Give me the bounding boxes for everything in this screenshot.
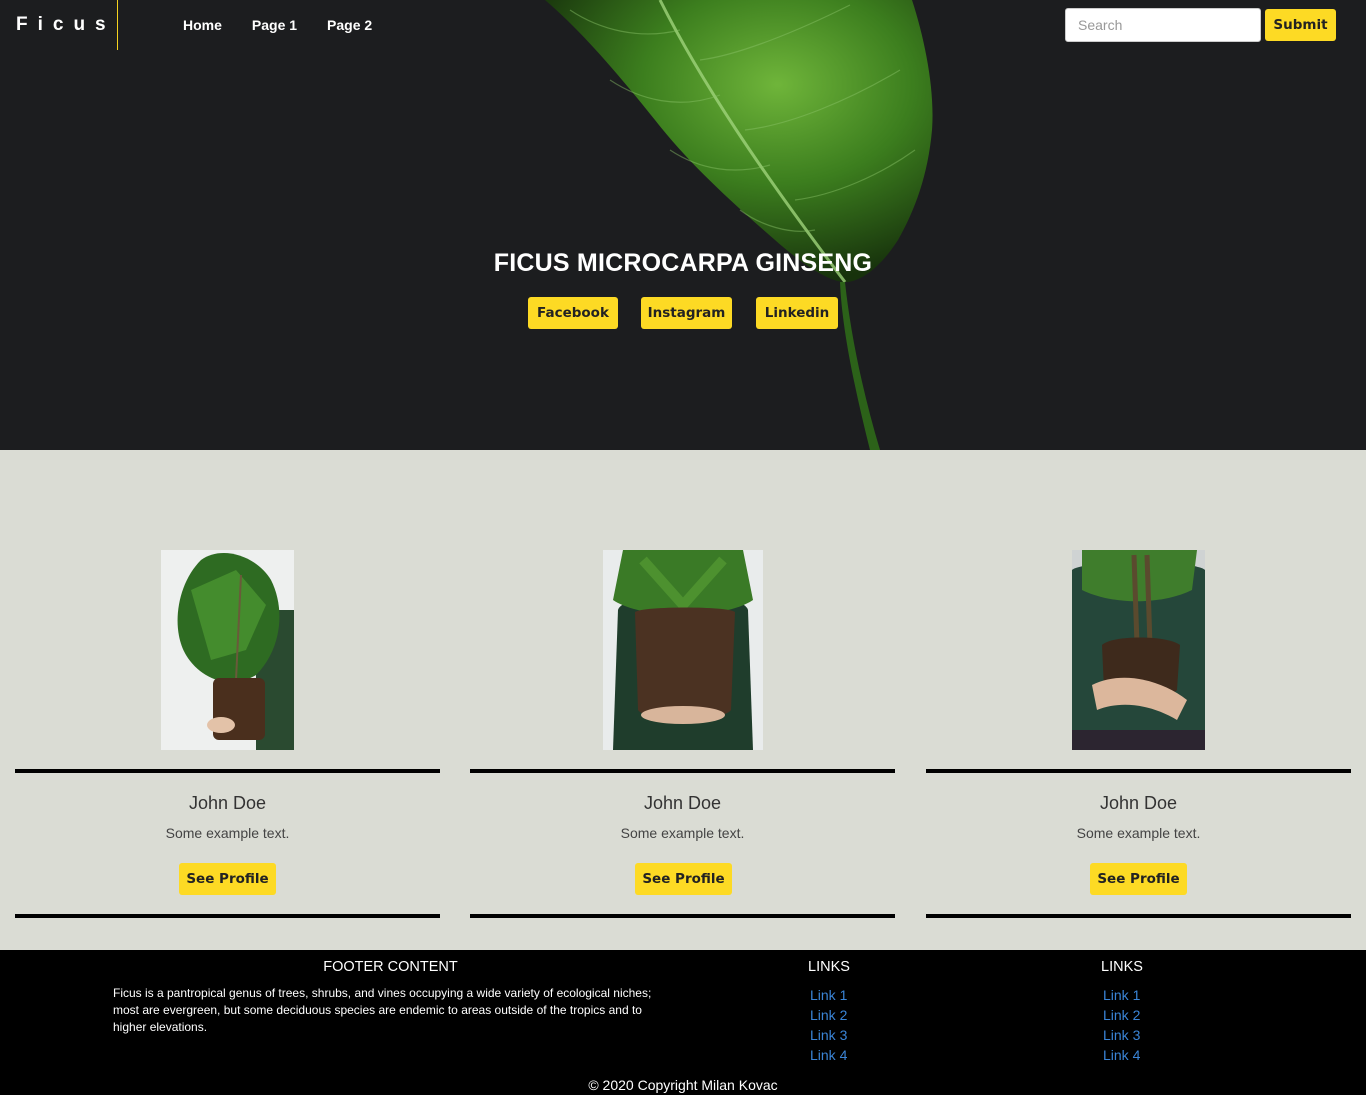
card-divider-bottom bbox=[926, 914, 1351, 918]
brand-divider bbox=[117, 0, 118, 50]
profile-cards: John Doe Some example text. See Profile … bbox=[0, 450, 1366, 950]
footer-link-3[interactable]: Link 3 bbox=[810, 1027, 847, 1043]
card-divider-bottom bbox=[470, 914, 895, 918]
card-name: John Doe bbox=[643, 793, 722, 813]
card-divider-top bbox=[15, 769, 440, 773]
nav-links: Home Page 1 Page 2 bbox=[183, 17, 372, 33]
footer-link-1[interactable]: Link 1 bbox=[810, 987, 847, 1003]
see-profile-button[interactable]: See Profile bbox=[1090, 863, 1187, 895]
see-profile-button[interactable]: See Profile bbox=[179, 863, 276, 895]
card-divider-bottom bbox=[15, 914, 440, 918]
footer: FOOTER CONTENT Ficus is a pantropical ge… bbox=[0, 950, 1366, 1095]
footer-description: Ficus is a pantropical genus of trees, s… bbox=[113, 986, 652, 1034]
nav-link-home[interactable]: Home bbox=[183, 17, 222, 33]
facebook-button[interactable]: Facebook bbox=[528, 297, 618, 329]
plant-photo bbox=[161, 550, 294, 750]
leaf-background-image bbox=[545, 0, 933, 450]
card-name: John Doe bbox=[1099, 793, 1178, 813]
plant-photo bbox=[1072, 550, 1205, 750]
footer-link-3[interactable]: Link 3 bbox=[1103, 1027, 1140, 1043]
footer-links-list: Link 1 Link 2 Link 3 Link 4 bbox=[810, 987, 847, 1067]
footer-link-4[interactable]: Link 4 bbox=[810, 1047, 847, 1063]
card-text: Some example text. bbox=[1076, 825, 1201, 841]
top-navbar: Ficus Home Page 1 Page 2 Submit bbox=[0, 0, 1366, 50]
search-input[interactable] bbox=[1065, 8, 1261, 42]
see-profile-button[interactable]: See Profile bbox=[635, 863, 732, 895]
profile-card: John Doe Some example text. See Profile bbox=[15, 450, 440, 950]
submit-button[interactable]: Submit bbox=[1265, 9, 1336, 41]
hero-title: FICUS MICROCARPA GINSENG bbox=[493, 249, 873, 277]
footer-links-heading: LINKS bbox=[808, 959, 850, 975]
nav-link-page-1[interactable]: Page 1 bbox=[252, 17, 297, 33]
linkedin-button[interactable]: Linkedin bbox=[756, 297, 838, 329]
nav-link-page-2[interactable]: Page 2 bbox=[327, 17, 372, 33]
profile-card: John Doe Some example text. See Profile bbox=[926, 450, 1351, 950]
card-divider-top bbox=[470, 769, 895, 773]
copyright: © 2020 Copyright Milan Kovac bbox=[588, 1077, 778, 1093]
card-name: John Doe bbox=[188, 793, 267, 813]
footer-link-2[interactable]: Link 2 bbox=[810, 1007, 847, 1023]
footer-links-list: Link 1 Link 2 Link 3 Link 4 bbox=[1103, 987, 1140, 1067]
footer-link-2[interactable]: Link 2 bbox=[1103, 1007, 1140, 1023]
footer-link-1[interactable]: Link 1 bbox=[1103, 987, 1140, 1003]
footer-link-4[interactable]: Link 4 bbox=[1103, 1047, 1140, 1063]
card-text: Some example text. bbox=[165, 825, 290, 841]
instagram-button[interactable]: Instagram bbox=[641, 297, 732, 329]
card-text: Some example text. bbox=[620, 825, 745, 841]
footer-content-heading: FOOTER CONTENT bbox=[323, 959, 458, 975]
plant-photo bbox=[603, 550, 763, 750]
profile-card: John Doe Some example text. See Profile bbox=[470, 450, 895, 950]
card-divider-top bbox=[926, 769, 1351, 773]
footer-links-heading: LINKS bbox=[1101, 959, 1143, 975]
hero-banner: Ficus Home Page 1 Page 2 Submit FICUS MI… bbox=[0, 0, 1366, 450]
brand-logo[interactable]: Ficus bbox=[16, 14, 116, 36]
